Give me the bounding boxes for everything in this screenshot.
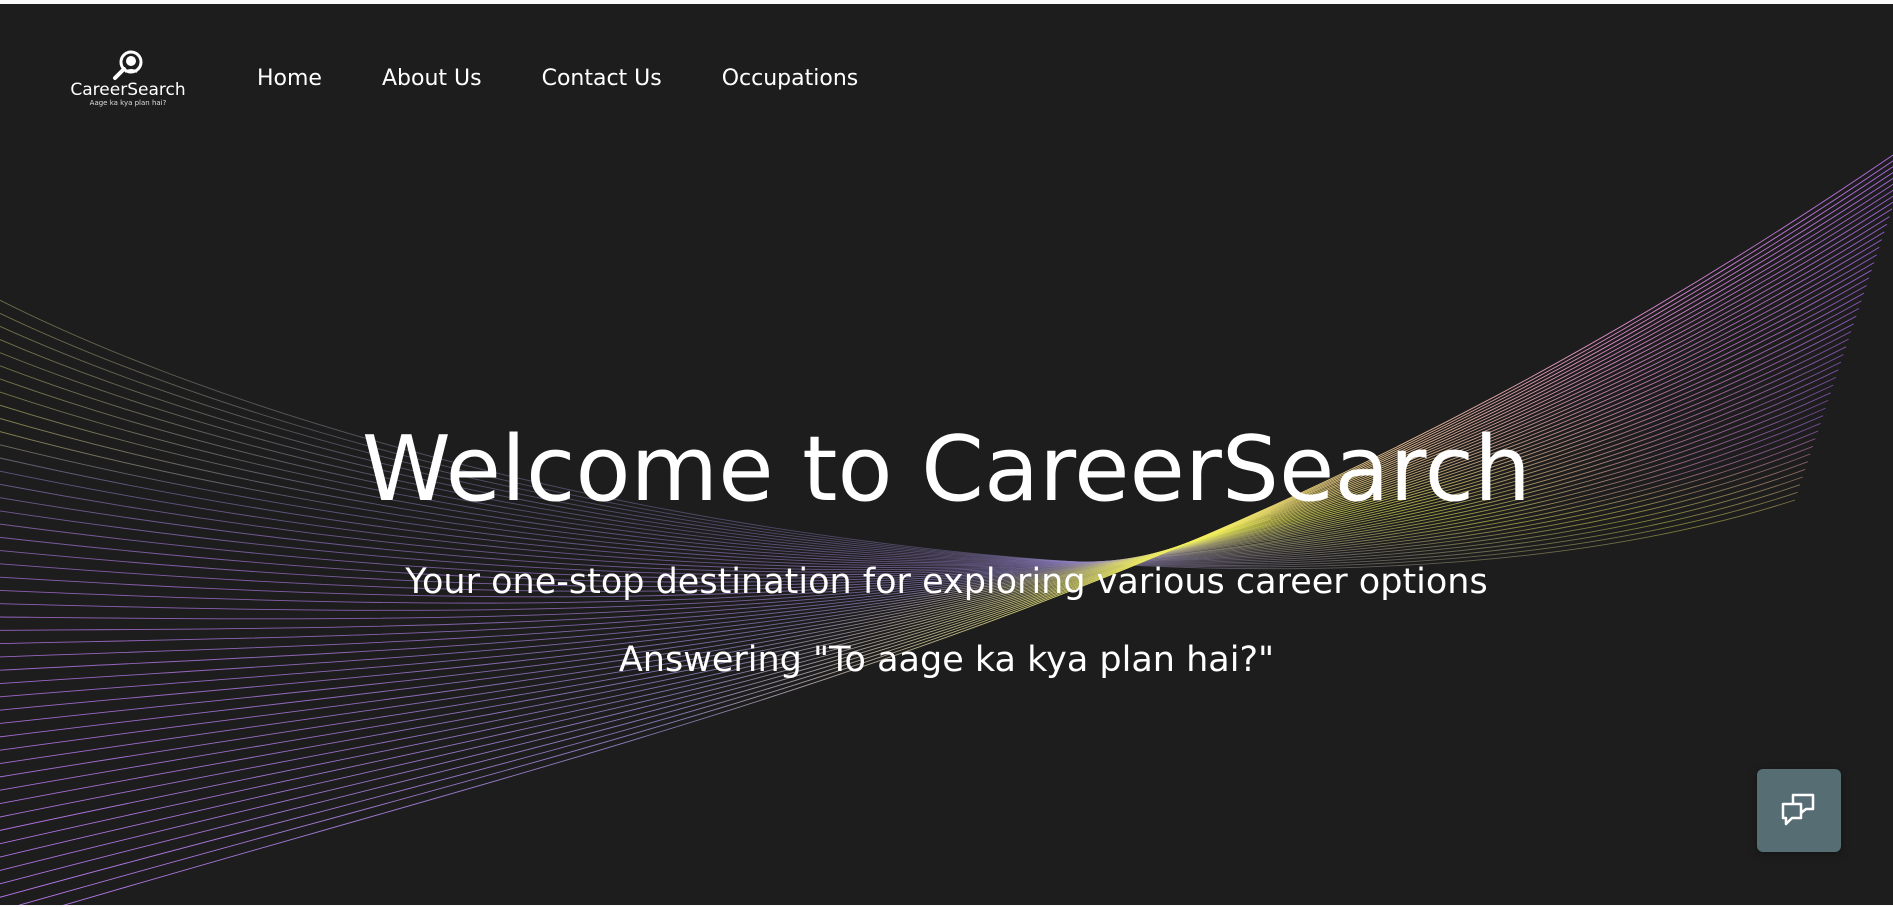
chat-button[interactable] bbox=[1757, 769, 1841, 852]
wave-line bbox=[11, 160, 1893, 907]
main-nav: Home About Us Contact Us Occupations bbox=[257, 62, 918, 96]
brand-logo[interactable]: CareerSearch Aage ka kya plan hai? bbox=[66, 46, 190, 108]
hero-tagline: Answering "To aage ka kya plan hai?" bbox=[618, 640, 1275, 680]
hero-title: Welcome to CareerSearch bbox=[361, 417, 1532, 522]
nav-home[interactable]: Home bbox=[257, 62, 322, 96]
brand-name: CareerSearch bbox=[70, 80, 186, 100]
page: CareerSearch Aage ka kya plan hai? Home … bbox=[0, 0, 1893, 907]
nav-contact-us[interactable]: Contact Us bbox=[542, 62, 662, 96]
chat-bubbles-icon bbox=[1781, 793, 1815, 825]
nav-occupations[interactable]: Occupations bbox=[722, 62, 859, 96]
wave-line bbox=[0, 171, 1893, 885]
brand-tagline: Aage ka kya plan hai? bbox=[89, 99, 167, 107]
hero-subtitle: Your one-stop destination for exploring … bbox=[405, 562, 1488, 602]
nav-about-us[interactable]: About Us bbox=[382, 62, 482, 96]
magnifier-head-icon bbox=[113, 50, 143, 80]
